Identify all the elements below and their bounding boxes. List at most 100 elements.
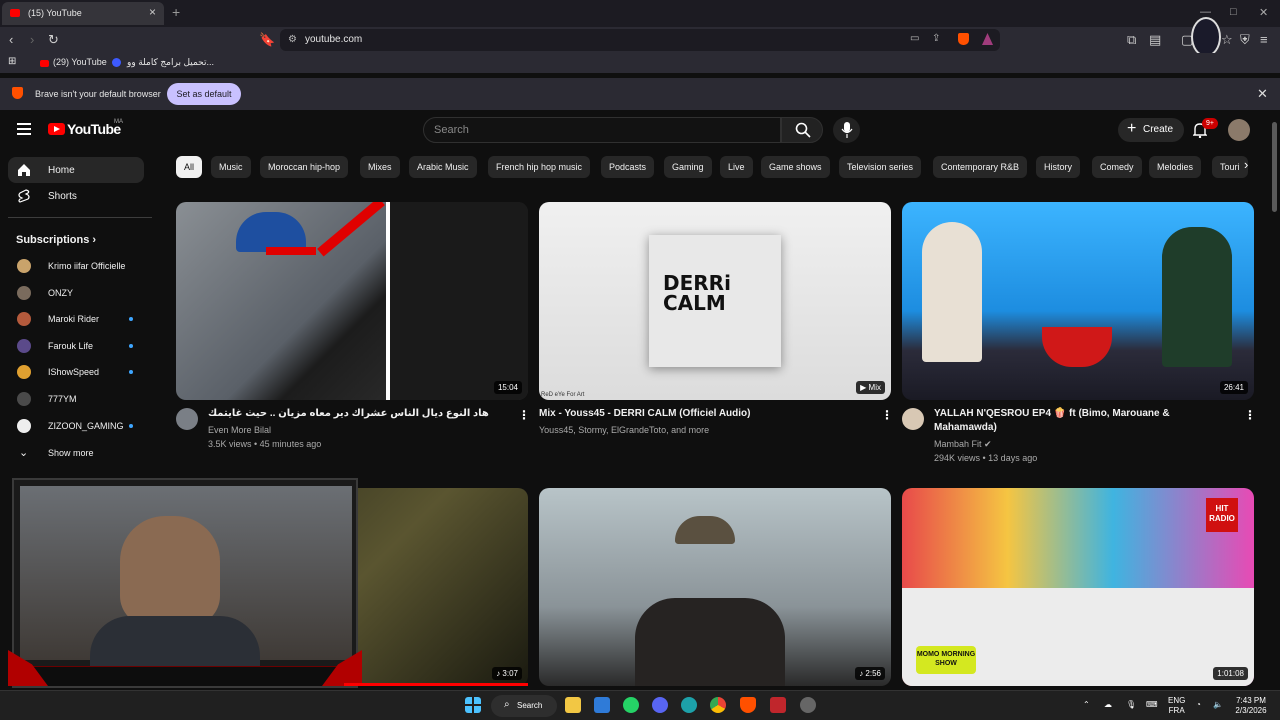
apps-grid-icon[interactable]: ⊞ (8, 56, 16, 67)
video-thumbnail[interactable]: 15:04 (176, 202, 528, 400)
chip[interactable]: Gaming (664, 156, 712, 178)
chip[interactable]: Live (720, 156, 753, 178)
vpn-icon[interactable]: ⛨ (1240, 32, 1250, 48)
video-title[interactable]: YALLAH N'QESROU EP4 🍿 ft (Bimo, Marouane… (934, 407, 1234, 435)
language-indicator[interactable]: ENG FRA (1168, 696, 1185, 716)
hit-radio-logo: HIT RADIO (1206, 498, 1238, 532)
chip[interactable]: Game shows (761, 156, 830, 178)
thumbnail-decor (675, 516, 735, 544)
chip[interactable]: Television series (839, 156, 922, 178)
brave-rewards-icon[interactable] (982, 33, 993, 45)
chip[interactable]: Moroccan hip-hop (260, 156, 349, 178)
account-avatar[interactable] (1228, 119, 1250, 141)
video-thumbnail[interactable]: DERRi CALM ReD eYe For Art ▶︎ Mix (539, 202, 891, 400)
chevron-right-icon[interactable]: › (1244, 157, 1248, 172)
discord-icon[interactable] (652, 697, 668, 713)
channel-name[interactable]: Youss45, Stormy, ElGrandeToto, and more (539, 423, 709, 437)
close-infobar-icon[interactable]: ✕ (1257, 86, 1268, 102)
sidebar-item-home[interactable]: Home (8, 157, 144, 183)
chip[interactable]: French hip hop music (488, 156, 591, 178)
subscription-item[interactable]: ZIZOON_GAMING (8, 413, 144, 439)
voice-search-button[interactable] (833, 117, 860, 143)
subscription-item[interactable]: 777YM (8, 386, 144, 412)
video-thumbnail[interactable]: 26:41 (902, 202, 1254, 400)
wifi-icon[interactable]: ◔ (1196, 700, 1201, 710)
chip[interactable]: Music (211, 156, 251, 178)
share-icon[interactable]: ⇪ (932, 33, 940, 44)
bookmark-download-programs[interactable]: تحميل برامج كاملة وو... (127, 57, 214, 68)
whatsapp-icon[interactable] (623, 697, 639, 713)
brave-icon[interactable] (740, 697, 756, 713)
recorder-app-icon[interactable] (770, 697, 786, 713)
cloud-icon[interactable]: ☁ (1104, 700, 1112, 710)
keyboard-icon[interactable]: ⌨ (1146, 700, 1158, 710)
profile-logo-icon[interactable] (1191, 17, 1221, 57)
forward-icon[interactable]: › (30, 32, 34, 47)
subscription-item[interactable]: IShowSpeed (8, 359, 144, 385)
address-bar[interactable]: ⚙ youtube.com ▭ ⇪ (280, 29, 1000, 51)
taskbar-search[interactable]: ⌕ Search (491, 695, 557, 717)
chip[interactable]: Contemporary R&B (933, 156, 1028, 178)
cast-icon[interactable]: ▭ (910, 33, 919, 44)
sidebar-item-shorts[interactable]: Shorts (8, 183, 144, 209)
subscription-item[interactable]: Krimo iifar Officielle (8, 253, 144, 279)
obs-icon[interactable] (800, 697, 816, 713)
guide-menu-icon[interactable] (17, 123, 31, 135)
file-explorer-icon[interactable] (565, 697, 581, 713)
favorites-icon[interactable]: ☆ (1221, 32, 1233, 48)
channel-avatar[interactable] (176, 408, 198, 430)
more-actions-icon[interactable]: ⋮ (881, 408, 893, 422)
search-box[interactable] (423, 117, 781, 143)
show-more-button[interactable]: ⌄ Show more (8, 440, 144, 466)
chip[interactable]: History (1036, 156, 1081, 178)
mail-app-icon[interactable] (594, 697, 610, 713)
chip[interactable]: All (176, 156, 203, 178)
bookmark-youtube[interactable]: (29) YouTube (53, 57, 107, 67)
new-tab-button[interactable]: + (172, 4, 180, 20)
edge-icon[interactable] (681, 697, 697, 713)
subscriptions-heading[interactable]: Subscriptions › (16, 234, 96, 246)
chip[interactable]: Touri (1212, 156, 1248, 178)
chip[interactable]: Arabic Music (409, 156, 477, 178)
page-scrollbar[interactable] (1272, 122, 1277, 212)
back-icon[interactable]: ‹ (9, 32, 13, 47)
bookmark-icon[interactable]: 🔖 (259, 32, 275, 48)
clock[interactable]: 7:43 PM 2/3/2026 (1231, 696, 1271, 716)
create-button[interactable]: + Create (1118, 118, 1184, 142)
maximize-icon[interactable]: □ (1230, 6, 1237, 18)
channel-avatar[interactable] (902, 408, 924, 430)
brave-shields-icon[interactable] (958, 33, 969, 45)
more-actions-icon[interactable]: ⋮ (518, 408, 530, 422)
chip[interactable]: Comedy (1092, 156, 1142, 178)
subscription-item[interactable]: Maroki Rider (8, 306, 144, 332)
chrome-icon[interactable] (710, 697, 726, 713)
chevron-right-icon: › (92, 234, 97, 246)
chevron-up-icon[interactable]: ⌃ (1083, 700, 1090, 710)
windows-start-icon[interactable] (465, 697, 481, 713)
channel-name[interactable]: Even More Bilal (208, 423, 271, 437)
video-title[interactable]: هاد النوع ديال الناس عشراك دير معاه مزيا… (208, 407, 508, 421)
sidebar-toggle-icon[interactable]: ▤ (1149, 32, 1161, 48)
search-button[interactable] (781, 117, 823, 143)
volume-icon[interactable]: 🔈 (1213, 700, 1223, 710)
subscription-item[interactable]: ONZY (8, 280, 144, 306)
menu-icon[interactable]: ≡ (1260, 32, 1268, 47)
close-window-icon[interactable]: ✕ (1259, 6, 1268, 19)
extensions-icon[interactable]: ⧉ (1127, 32, 1136, 48)
search-input[interactable] (434, 122, 764, 138)
reload-icon[interactable]: ↻ (48, 32, 59, 48)
video-thumbnail[interactable]: HIT RADIO MOMO MORNING SHOW 1:01:08 (902, 488, 1254, 686)
video-title[interactable]: Mix - Youss45 - DERRI CALM (Officiel Aud… (539, 407, 869, 421)
chip[interactable]: Mixes (360, 156, 400, 178)
site-info-icon[interactable]: ⚙ (288, 34, 297, 45)
close-tab-icon[interactable]: × (149, 5, 156, 19)
set-default-button[interactable]: Set as default (167, 83, 241, 105)
browser-tab[interactable]: (15) YouTube × (2, 2, 164, 25)
channel-name[interactable]: Mambah Fit ✔ (934, 437, 992, 451)
chip[interactable]: Melodies (1149, 156, 1202, 178)
video-thumbnail[interactable]: ♪ 2:56 (539, 488, 891, 686)
more-actions-icon[interactable]: ⋮ (1244, 408, 1256, 422)
subscription-item[interactable]: Farouk Life (8, 333, 144, 359)
chip[interactable]: Podcasts (601, 156, 655, 178)
microphone-icon[interactable]: 🎙 (1126, 700, 1136, 710)
